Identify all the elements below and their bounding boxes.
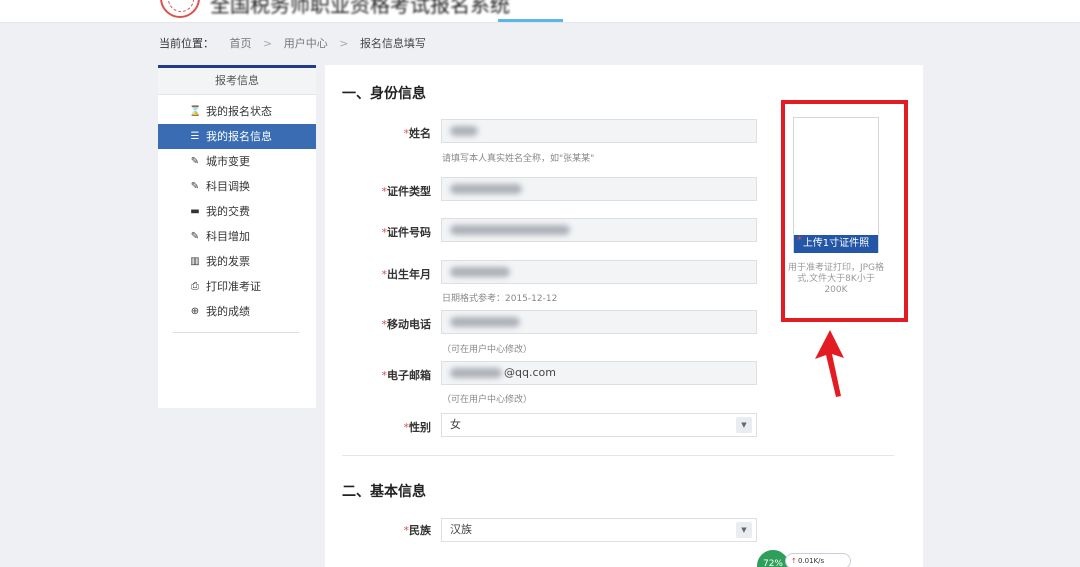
breadcrumb-current: 报名信息填写: [359, 37, 426, 50]
chevron-down-icon[interactable]: ▼: [736, 417, 752, 433]
upload-photo-label: 上传1寸证件照: [802, 238, 870, 249]
redacted-value: [450, 184, 522, 194]
gender-label-text: 性别: [409, 421, 431, 434]
redacted-value: [450, 267, 510, 277]
ethnicity-label: *民族: [345, 522, 432, 538]
chevron-down-icon[interactable]: ▼: [736, 522, 752, 538]
redacted-value: [450, 368, 502, 378]
name-label-text: 姓名: [409, 127, 431, 140]
id-type-field[interactable]: [441, 177, 757, 201]
sidebar-item-label: 科目调换: [206, 180, 250, 193]
sidebar-item-registration-info[interactable]: ☰ 我的报名信息: [158, 124, 316, 149]
sidebar: 报考信息 ⌛ 我的报名状态 ☰ 我的报名信息 ✎ 城市变更 ✎ 科目调换 ▬ 我…: [158, 65, 316, 408]
sidebar-title: 报考信息: [158, 68, 316, 95]
edit-icon: ✎: [190, 231, 200, 242]
site-title: 全国税务师职业资格考试报名系统: [210, 0, 510, 17]
sidebar-item-label: 城市变更: [206, 155, 250, 168]
email-label-text: 电子邮箱: [387, 369, 431, 382]
card-icon: ▬: [190, 206, 200, 217]
id-type-label: *证件类型: [345, 183, 432, 199]
ethnicity-value: 汉族: [450, 523, 472, 536]
edit-icon: ✎: [190, 181, 200, 192]
sidebar-item-subject-add[interactable]: ✎ 科目增加: [158, 224, 316, 249]
upload-arrow-icon: ↑: [791, 557, 797, 565]
sidebar-item-invoice[interactable]: ▥ 我的发票: [158, 249, 316, 274]
network-speed-widget[interactable]: 72% ↑ 0.01K/s: [755, 548, 855, 567]
zoom-icon: ⊕: [190, 306, 200, 317]
redacted-value: [450, 225, 570, 235]
photo-preview[interactable]: [793, 117, 879, 253]
phone-label-text: 移动电话: [387, 318, 431, 331]
phone-label: *移动电话: [345, 316, 432, 332]
sidebar-item-label: 我的交费: [206, 205, 250, 218]
breadcrumb-separator: >: [263, 37, 273, 50]
breadcrumb-label: 当前位置：: [159, 37, 214, 50]
sidebar-item-label: 我的成绩: [206, 305, 250, 318]
email-field[interactable]: @qq.com: [441, 361, 757, 385]
phone-hint: （可在用户中心修改）: [442, 345, 533, 355]
birth-label-text: 出生年月: [387, 268, 431, 281]
site-logo: [160, 0, 200, 18]
breadcrumb-home[interactable]: 首页: [230, 35, 252, 51]
sidebar-item-label: 我的报名信息: [206, 130, 272, 143]
barcode-icon: ▥: [190, 256, 200, 267]
sidebar-item-label: 我的发票: [206, 255, 250, 268]
ethnicity-label-text: 民族: [409, 524, 431, 537]
email-label: *电子邮箱: [345, 367, 432, 383]
gender-label: *性别: [345, 419, 432, 435]
email-domain: @qq.com: [504, 366, 556, 379]
birth-label: *出生年月: [345, 266, 432, 282]
redacted-value: [450, 317, 520, 327]
active-nav-indicator: [498, 19, 563, 22]
hourglass-icon: ⌛: [189, 106, 202, 117]
gender-value: 女: [450, 418, 461, 431]
breadcrumb-user-center[interactable]: 用户中心: [284, 35, 328, 51]
name-field[interactable]: [441, 119, 757, 143]
form-panel: 一、身份信息 *姓名 请填写本人真实姓名全称，如"张某某" *证件类型 *证件号…: [325, 65, 923, 567]
gender-select[interactable]: 女 ▼: [441, 413, 757, 437]
email-hint: （可在用户中心修改）: [442, 395, 533, 405]
name-label: *姓名: [345, 125, 432, 141]
id-number-label: *证件号码: [345, 224, 432, 240]
required-mark: *: [797, 235, 802, 246]
breadcrumb: 当前位置： 首页 > 用户中心 > 报名信息填写: [159, 35, 426, 51]
id-number-label-text: 证件号码: [387, 226, 431, 239]
list-icon: ☰: [190, 131, 200, 142]
sidebar-item-label: 我的报名状态: [206, 105, 272, 118]
sidebar-item-scores[interactable]: ⊕ 我的成绩: [158, 299, 316, 324]
sidebar-item-label: 打印准考证: [206, 280, 261, 293]
sidebar-menu: ⌛ 我的报名状态 ☰ 我的报名信息 ✎ 城市变更 ✎ 科目调换 ▬ 我的交费 ✎…: [158, 99, 316, 324]
phone-field[interactable]: [441, 310, 757, 334]
sidebar-item-print-admission[interactable]: ⎙ 打印准考证: [158, 274, 316, 299]
sidebar-item-label: 科目增加: [206, 230, 250, 243]
sidebar-divider: [173, 332, 299, 333]
top-header: 全国税务师职业资格考试报名系统: [0, 0, 1080, 23]
name-hint: 请填写本人真实姓名全称，如"张某某": [442, 154, 595, 164]
birth-hint: 日期格式参考：2015-12-12: [442, 294, 558, 304]
speed-readout: ↑ 0.01K/s: [785, 553, 851, 567]
sidebar-item-subject-swap[interactable]: ✎ 科目调换: [158, 174, 316, 199]
ethnicity-select[interactable]: 汉族 ▼: [441, 518, 757, 542]
breadcrumb-separator: >: [339, 37, 349, 50]
speed-value: 0.01K/s: [798, 557, 825, 565]
section-divider: [342, 455, 894, 456]
redacted-value: [450, 126, 478, 136]
upload-photo-button[interactable]: * 上传1寸证件照: [794, 235, 878, 253]
sidebar-item-payment[interactable]: ▬ 我的交费: [158, 199, 316, 224]
birth-field[interactable]: [441, 260, 757, 284]
section-identity-title: 一、身份信息: [342, 86, 426, 102]
id-number-field[interactable]: [441, 218, 757, 242]
section-basic-title: 二、基本信息: [342, 484, 426, 500]
edit-icon: ✎: [190, 156, 200, 167]
print-icon: ⎙: [191, 281, 199, 292]
sidebar-item-registration-status[interactable]: ⌛ 我的报名状态: [158, 99, 316, 124]
photo-hint: 用于准考证打印，JPG格式,文件大于8K小于200K: [787, 263, 885, 295]
id-type-label-text: 证件类型: [387, 185, 431, 198]
sidebar-item-city-change[interactable]: ✎ 城市变更: [158, 149, 316, 174]
